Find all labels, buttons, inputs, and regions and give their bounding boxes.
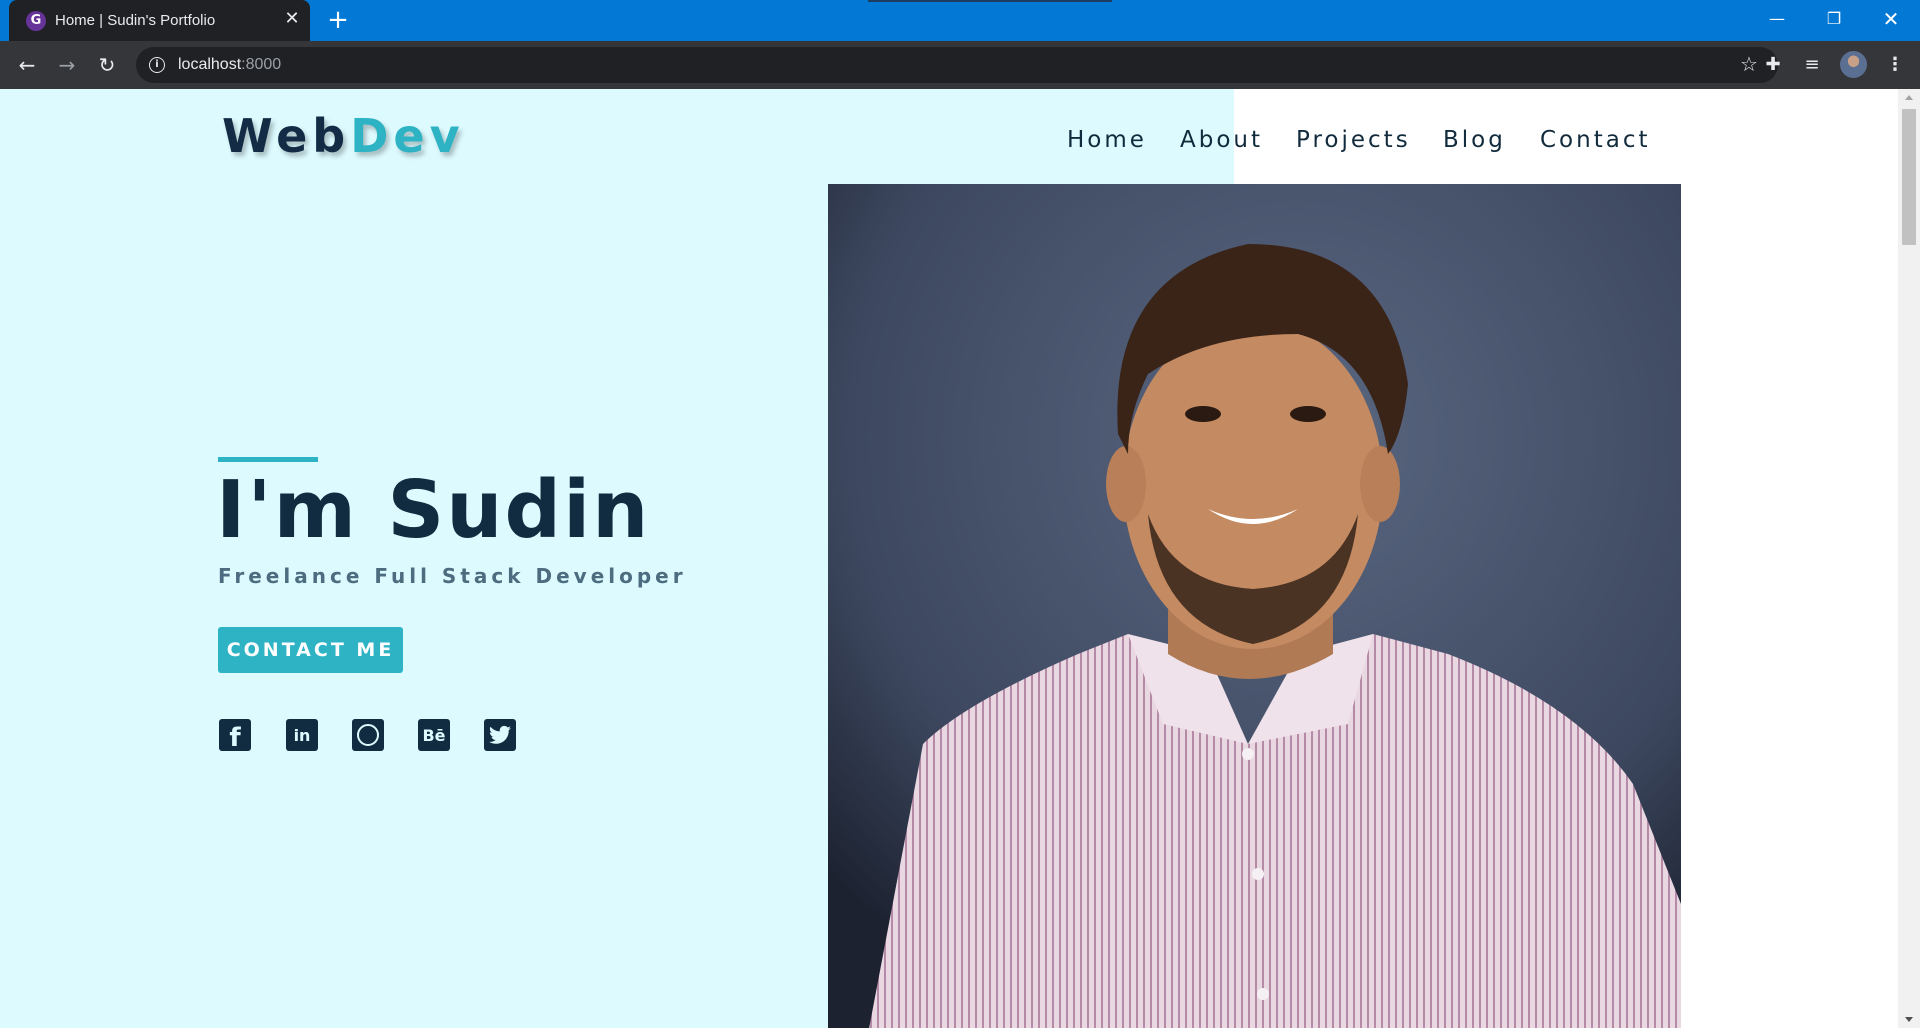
gatsby-favicon-icon: G	[26, 11, 46, 31]
site-logo[interactable]: WebDev	[222, 109, 465, 163]
scrollbar-thumb[interactable]	[1902, 109, 1916, 245]
nav-blog[interactable]: Blog	[1443, 127, 1506, 153]
dribbble-ball-shape	[357, 724, 379, 746]
hero-title: I'm Sudin	[216, 464, 651, 556]
profile-avatar[interactable]	[1840, 51, 1867, 78]
contact-me-button[interactable]: CONTACT ME	[218, 627, 403, 673]
tab-title: Home | Sudin's Portfolio	[55, 12, 216, 29]
browser-titlebar: G Home | Sudin's Portfolio ✕ + — ❐ ✕	[0, 0, 1920, 41]
browser-toolbar: ← → ↻ i localhost:8000 ☆ ✚ ≡ ⋮	[0, 41, 1920, 89]
portrait-illustration	[828, 184, 1681, 1028]
scroll-down-arrow-icon[interactable]	[1905, 1017, 1913, 1022]
page-viewport: WebDev Home About Projects Blog Contact …	[0, 89, 1898, 1028]
reload-icon[interactable]: ↻	[92, 50, 122, 80]
url-text[interactable]: localhost:8000	[178, 56, 281, 74]
page-scrollbar[interactable]	[1898, 89, 1920, 1028]
url-host: localhost	[178, 56, 242, 73]
title-accent-bar	[218, 457, 318, 462]
site-info-icon[interactable]: i	[149, 57, 165, 73]
portrait-photo	[828, 184, 1681, 1028]
forward-icon[interactable]: →	[52, 50, 82, 80]
logo-web-text: Web	[222, 109, 351, 163]
scroll-up-arrow-icon[interactable]	[1905, 95, 1913, 100]
restore-icon[interactable]: ❐	[1806, 0, 1862, 41]
browser-menu-icon[interactable]: ⋮	[1880, 50, 1910, 80]
nav-contact[interactable]: Contact	[1540, 127, 1650, 153]
nav-projects[interactable]: Projects	[1296, 127, 1411, 153]
bookmark-star-icon[interactable]: ☆	[1740, 52, 1758, 76]
twitter-bird-shape	[489, 725, 511, 744]
address-bar[interactable]: i localhost:8000 ☆	[136, 47, 1778, 83]
dribbble-icon[interactable]	[352, 719, 384, 751]
browser-tab[interactable]: G Home | Sudin's Portfolio ✕	[9, 0, 310, 41]
behance-icon[interactable]: Bē	[418, 719, 450, 751]
twitter-icon[interactable]	[484, 719, 516, 751]
facebook-icon[interactable]: f	[219, 719, 251, 753]
logo-dev-text: Dev	[350, 109, 465, 163]
window-drag-area	[868, 0, 1112, 2]
url-port: :8000	[241, 56, 282, 73]
tab-close-icon[interactable]: ✕	[281, 8, 303, 30]
minimize-icon[interactable]: —	[1749, 0, 1805, 41]
new-tab-icon[interactable]: +	[325, 7, 351, 33]
linkedin-icon[interactable]: in	[286, 719, 318, 751]
close-window-icon[interactable]: ✕	[1863, 0, 1919, 41]
hero-subtitle: Freelance Full Stack Developer	[218, 564, 687, 588]
media-control-icon[interactable]: ≡	[1797, 50, 1827, 80]
nav-about[interactable]: About	[1180, 127, 1263, 153]
extensions-icon[interactable]: ✚	[1758, 50, 1788, 80]
nav-home[interactable]: Home	[1067, 127, 1147, 153]
back-icon[interactable]: ←	[12, 50, 42, 80]
